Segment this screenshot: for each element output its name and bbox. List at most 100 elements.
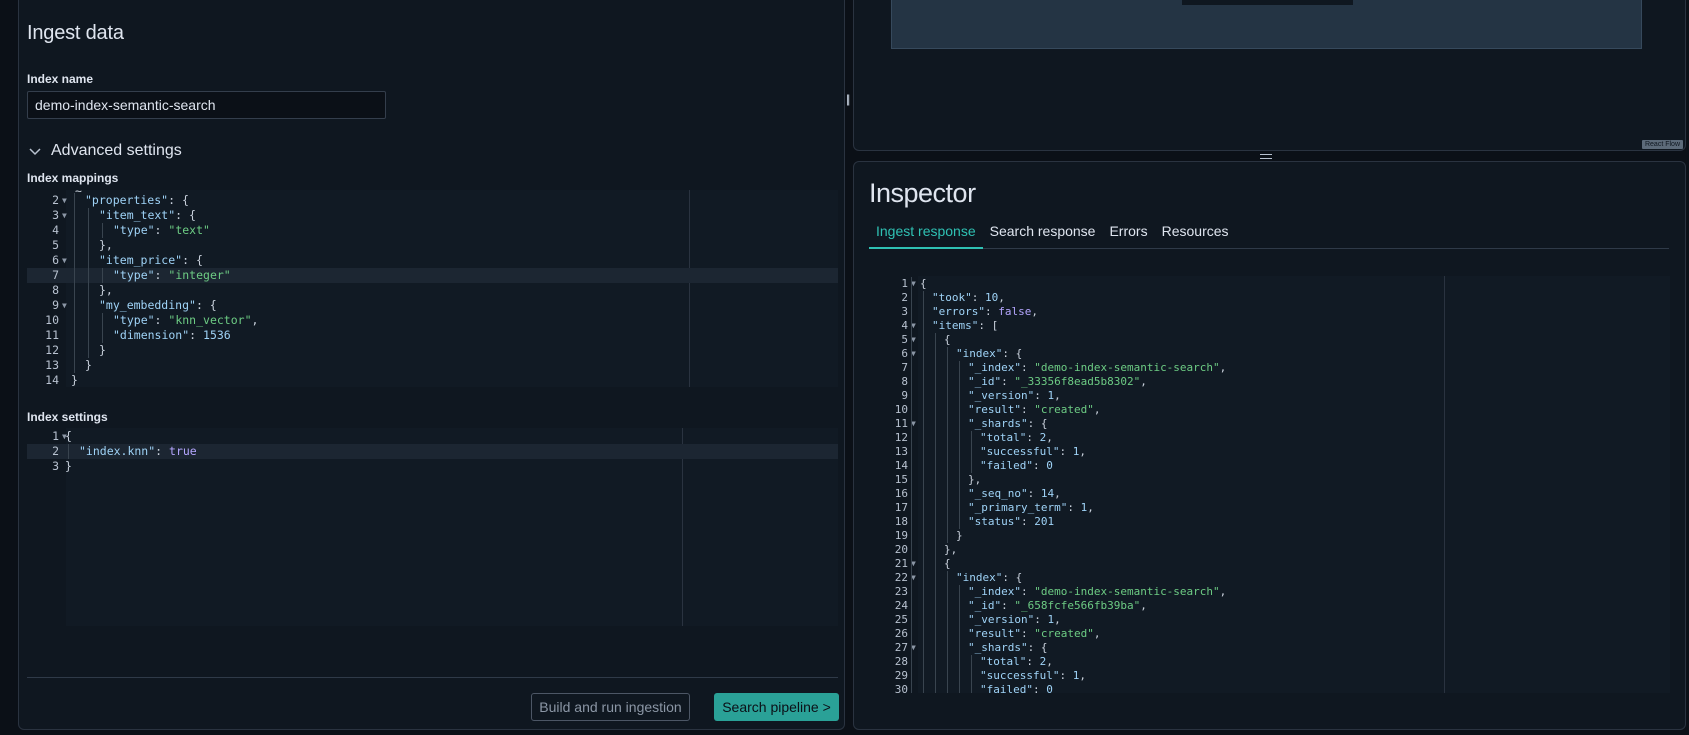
indent-guide: [923, 417, 924, 431]
code-text: "properties": {: [85, 193, 189, 207]
code-text: "errors": false,: [932, 305, 1038, 318]
fold-toggle-icon[interactable]: ▼: [62, 208, 67, 223]
ingest-response-viewer[interactable]: 1 ▼{2 "took": 10, 3 "errors": false, 4 ▼ "items…: [870, 276, 1670, 693]
code-text: }: [71, 373, 78, 387]
line-number: 10: [45, 313, 59, 327]
line-number: 1: [52, 429, 59, 443]
indent-guide: [959, 389, 960, 403]
indent-guide: [911, 333, 912, 347]
code-line: 20},: [870, 543, 1670, 557]
indent-guide: [923, 291, 924, 305]
line-number: 17: [894, 501, 908, 514]
indent-guide: [947, 571, 948, 585]
code-text: "successful": 1,: [980, 669, 1086, 682]
indent-guide: [959, 417, 960, 431]
code-line: 8},: [27, 283, 838, 298]
indent-guide: [923, 655, 924, 669]
tab-search-response[interactable]: Search response: [983, 219, 1103, 249]
index-settings-editor[interactable]: 1 ▼{2 "index.knn": true 3}: [27, 428, 838, 626]
code-line: 6 ▼ "item_price": {: [27, 253, 838, 268]
indent-guide: [911, 501, 912, 515]
code-line: 22 ▼ "index": {: [870, 571, 1670, 585]
line-number: 12: [45, 343, 59, 357]
workflow-canvas[interactable]: [891, 0, 1642, 49]
code-text: "_index": "demo-index-semantic-search",: [968, 585, 1227, 598]
code-text: "_primary_term": 1,: [968, 501, 1094, 514]
build-run-ingestion-button[interactable]: Build and run ingestion: [531, 693, 690, 721]
indent-guide: [911, 683, 912, 693]
code-line: 23 "_index": "demo-index-semantic-search"…: [870, 585, 1670, 599]
indent-guide: [935, 515, 936, 529]
indent-guide: [88, 238, 89, 253]
indent-guide: [923, 543, 924, 557]
fold-toggle-icon[interactable]: ▼: [62, 193, 67, 208]
indent-guide: [947, 487, 948, 501]
code-text: "_index": "demo-index-semantic-search",: [968, 361, 1227, 374]
fold-toggle-icon[interactable]: ▼: [62, 298, 67, 313]
line-number: 19: [894, 529, 908, 542]
indent-guide: [947, 655, 948, 669]
indent-guide: [947, 431, 948, 445]
line-number: 8: [901, 375, 908, 388]
line-number: 9: [901, 389, 908, 402]
indent-guide: [911, 389, 912, 403]
advanced-settings-label: Advanced settings: [51, 142, 182, 159]
fold-toggle-icon[interactable]: ▼: [62, 253, 67, 268]
code-line: 10 "type": "knn_vector",: [27, 313, 838, 328]
tab-errors[interactable]: Errors: [1102, 219, 1154, 249]
indent-guide: [923, 333, 924, 347]
line-number: 16: [894, 487, 908, 500]
code-text: "result": "created",: [968, 627, 1101, 640]
horizontal-resize-handle[interactable]: [1260, 154, 1272, 159]
code-text: "index": {: [956, 571, 1023, 584]
line-number: 12: [894, 431, 908, 444]
indent-guide: [959, 683, 960, 693]
indent-guide: [923, 669, 924, 683]
indent-guide: [102, 268, 103, 283]
code-line: 1 ▼{: [870, 277, 1670, 291]
advanced-settings-toggle[interactable]: Advanced settings: [27, 142, 182, 160]
indent-guide: [88, 268, 89, 283]
indent-guide: [947, 347, 948, 361]
indent-guide: [923, 585, 924, 599]
indent-guide: [88, 283, 89, 298]
code-line: 13}: [27, 358, 838, 373]
indent-guide: [959, 459, 960, 473]
code-text: "items": [: [932, 319, 999, 332]
indent-guide: [935, 431, 936, 445]
code-text: "_version": 1,: [968, 613, 1061, 626]
indent-guide: [911, 361, 912, 375]
code-line: 13 "successful": 1,: [870, 445, 1670, 459]
code-text: "took": 10,: [932, 291, 1005, 304]
code-line: 5},: [27, 238, 838, 253]
indent-guide: [68, 444, 69, 459]
tab-resources[interactable]: Resources: [1155, 219, 1236, 249]
indent-guide: [947, 683, 948, 693]
indent-guide: [935, 487, 936, 501]
tab-ingest-response[interactable]: Ingest response: [869, 219, 983, 249]
indent-guide: [947, 529, 948, 543]
indent-guide: [935, 627, 936, 641]
indent-guide: [88, 298, 89, 313]
react-flow-attribution[interactable]: React Flow: [1641, 140, 1683, 149]
indent-guide: [911, 417, 912, 431]
line-number: 7: [52, 268, 59, 282]
vertical-resize-handle[interactable]: ||: [846, 92, 850, 106]
search-pipeline-button[interactable]: Search pipeline >: [714, 693, 839, 721]
indent-guide: [911, 613, 912, 627]
indent-guide: [935, 459, 936, 473]
indent-guide: [102, 223, 103, 238]
indent-guide: [74, 283, 75, 298]
indent-guide: [88, 328, 89, 343]
indent-guide: [911, 585, 912, 599]
code-line: 29 "successful": 1,: [870, 669, 1670, 683]
code-text: "total": 2,: [980, 431, 1053, 444]
index-mappings-editor[interactable]: ~ 2 ▼ "properties": {3 ▼ "item_text": {4 "typ…: [27, 184, 838, 387]
indent-guide: [947, 613, 948, 627]
index-name-input[interactable]: demo-index-semantic-search: [27, 91, 386, 119]
indent-guide: [959, 403, 960, 417]
indent-guide: [935, 333, 936, 347]
indent-guide: [935, 543, 936, 557]
workflow-node[interactable]: [1182, 0, 1353, 5]
indent-guide: [947, 459, 948, 473]
